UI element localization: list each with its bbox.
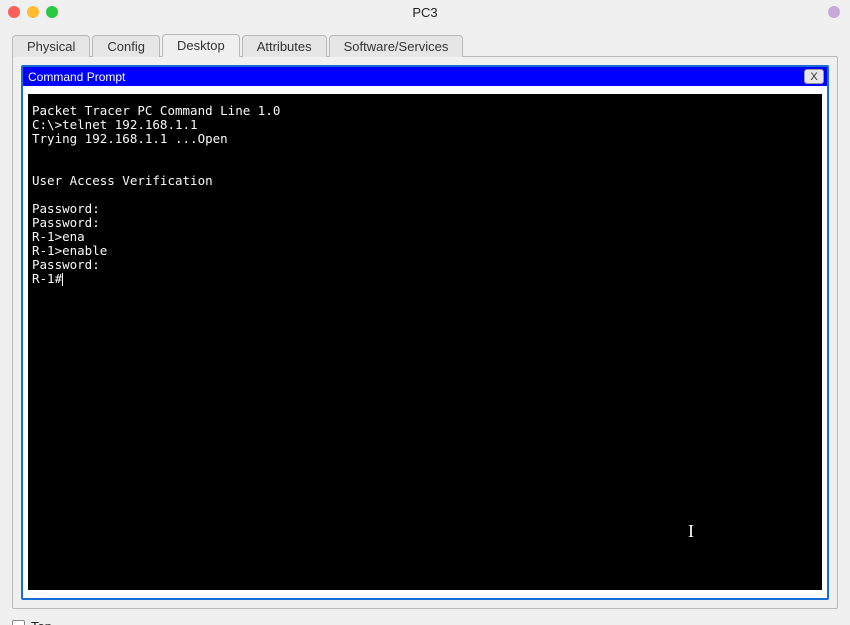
tab-attributes[interactable]: Attributes [242,35,327,57]
terminal-cursor [62,273,63,286]
tab-software-services[interactable]: Software/Services [329,35,464,57]
top-checkbox[interactable] [12,620,25,625]
close-window-icon[interactable] [8,6,20,18]
close-button[interactable]: X [804,69,824,84]
terminal-output: Packet Tracer PC Command Line 1.0 C:\>te… [32,103,280,286]
command-prompt-window: Command Prompt X Packet Tracer PC Comman… [21,65,829,600]
zoom-window-icon[interactable] [46,6,58,18]
device-tabs: Physical Config Desktop Attributes Softw… [0,24,850,56]
footer: Top [0,617,850,625]
window-controls [8,6,58,18]
tab-content: Command Prompt X Packet Tracer PC Comman… [12,56,838,609]
terminal-container: Packet Tracer PC Command Line 1.0 C:\>te… [28,94,822,590]
app-titlebar: Command Prompt X [23,67,827,86]
tab-desktop[interactable]: Desktop [162,34,240,57]
tab-config[interactable]: Config [92,35,160,57]
terminal[interactable]: Packet Tracer PC Command Line 1.0 C:\>te… [28,94,822,590]
status-indicator-icon [828,6,840,18]
tab-physical[interactable]: Physical [12,35,90,57]
window-title: PC3 [0,5,850,20]
text-cursor-icon: I [688,524,694,538]
top-label: Top [31,619,52,625]
window-titlebar: PC3 [0,0,850,24]
app-title: Command Prompt [26,70,804,84]
minimize-window-icon[interactable] [27,6,39,18]
